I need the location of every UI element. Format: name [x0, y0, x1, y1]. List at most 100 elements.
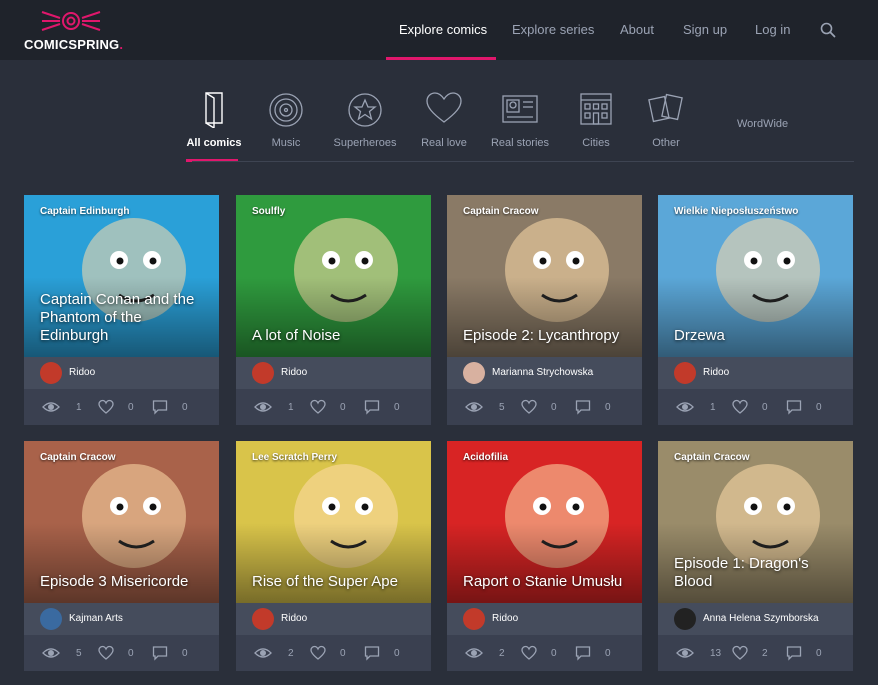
author-name[interactable]: Ridoo [281, 367, 307, 378]
comic-cover[interactable]: Captain Cracow Episode 2: Lycanthropy [447, 195, 642, 357]
comic-title[interactable]: Rise of the Super Ape [252, 573, 422, 591]
author-name[interactable]: Ridoo [492, 613, 518, 624]
series-name[interactable]: Captain Cracow [40, 452, 116, 463]
comment-icon[interactable] [364, 399, 380, 415]
like-heart-icon[interactable] [310, 399, 326, 415]
category-label: Real stories [490, 137, 550, 149]
author-name[interactable]: Ridoo [69, 367, 95, 378]
top-bar: COMICSPRING. Explore comics Explore seri… [0, 0, 878, 60]
like-heart-icon[interactable] [521, 645, 537, 661]
comic-title[interactable]: Raport o Stanie Umusłu [463, 573, 633, 591]
like-heart-icon[interactable] [521, 399, 537, 415]
id-card-icon [502, 95, 538, 123]
comic-stats: 5 0 0 [447, 389, 642, 425]
comic-title[interactable]: Captain Conan and the Phantom of the Edi… [40, 291, 210, 345]
comment-icon[interactable] [575, 645, 591, 661]
region-selector[interactable]: WordWide [737, 118, 788, 130]
category-cities[interactable]: Cities [556, 88, 636, 158]
category-music[interactable]: Music [246, 88, 326, 158]
avatar[interactable] [674, 608, 696, 630]
avatar[interactable] [252, 362, 274, 384]
comic-title[interactable]: Episode 1: Dragon's Blood [674, 555, 844, 591]
comic-card[interactable]: Lee Scratch Perry Rise of the Super Ape Ri… [236, 441, 431, 671]
author-row[interactable]: Kajman Arts [24, 603, 219, 635]
comic-cover[interactable]: Captain Cracow Episode 3 Misericorde [24, 441, 219, 603]
nav-log-in[interactable]: Log in [755, 22, 790, 37]
comic-card[interactable]: Captain Cracow Episode 2: Lycanthropy Mari… [447, 195, 642, 425]
like-heart-icon[interactable] [98, 399, 114, 415]
comic-title[interactable]: Drzewa [674, 327, 844, 345]
comic-title[interactable]: Episode 3 Misericorde [40, 573, 210, 591]
author-name[interactable]: Ridoo [281, 613, 307, 624]
avatar[interactable] [40, 608, 62, 630]
comic-title[interactable]: Episode 2: Lycanthropy [463, 327, 633, 345]
series-name[interactable]: Soulfly [252, 206, 285, 217]
avatar[interactable] [463, 362, 485, 384]
author-row[interactable]: Ridoo [24, 357, 219, 389]
views-count: 5 [76, 648, 82, 659]
comic-cover[interactable]: Lee Scratch Perry Rise of the Super Ape [236, 441, 431, 603]
comic-card[interactable]: Soulfly A lot of Noise Ridoo 1 0 0 [236, 195, 431, 425]
author-name[interactable]: Marianna Strychowska [492, 367, 593, 378]
avatar[interactable] [252, 608, 274, 630]
comic-cover[interactable]: Captain Edinburgh Captain Conan and the P… [24, 195, 219, 357]
eye-icon [254, 402, 272, 412]
comic-cover[interactable]: Acidofilia Raport o Stanie Umusłu [447, 441, 642, 603]
author-row[interactable]: Anna Helena Szymborska [658, 603, 853, 635]
views-count: 1 [288, 402, 294, 413]
category-superheroes[interactable]: Superheroes [325, 88, 405, 158]
comment-icon[interactable] [364, 645, 380, 661]
comment-icon[interactable] [152, 645, 168, 661]
comic-card[interactable]: Captain Edinburgh Captain Conan and the P… [24, 195, 219, 425]
comic-card[interactable]: Captain Cracow Episode 1: Dragon's Blood A… [658, 441, 853, 671]
comments-count: 0 [605, 402, 611, 413]
comment-icon[interactable] [152, 399, 168, 415]
category-other[interactable]: Other [626, 88, 706, 158]
comic-title[interactable]: A lot of Noise [252, 327, 422, 345]
like-heart-icon[interactable] [98, 645, 114, 661]
cover-shade [236, 277, 431, 357]
comment-icon[interactable] [786, 399, 802, 415]
series-name[interactable]: Captain Cracow [463, 206, 539, 217]
series-name[interactable]: Wielkie Nieposłuszeństwo [674, 206, 798, 217]
series-name[interactable]: Captain Edinburgh [40, 206, 129, 217]
search-icon[interactable] [820, 22, 836, 38]
views-count: 1 [710, 402, 716, 413]
brand-name: COMICSPRING. [24, 37, 124, 52]
nav-sign-up[interactable]: Sign up [683, 22, 727, 37]
avatar[interactable] [40, 362, 62, 384]
comment-icon[interactable] [786, 645, 802, 661]
category-all-comics[interactable]: All comics [174, 88, 254, 158]
author-row[interactable]: Ridoo [236, 357, 431, 389]
category-real-love[interactable]: Real love [404, 88, 484, 158]
author-row[interactable]: Ridoo [447, 603, 642, 635]
nav-about[interactable]: About [620, 22, 654, 37]
comic-cover[interactable]: Captain Cracow Episode 1: Dragon's Blood [658, 441, 853, 603]
like-heart-icon[interactable] [310, 645, 326, 661]
nav-explore-comics[interactable]: Explore comics [399, 22, 487, 37]
avatar[interactable] [463, 608, 485, 630]
author-row[interactable]: Marianna Strychowska [447, 357, 642, 389]
series-name[interactable]: Captain Cracow [674, 452, 750, 463]
comic-card[interactable]: Wielkie Nieposłuszeństwo Drzewa Ridoo 1 0 0 [658, 195, 853, 425]
comic-card[interactable]: Acidofilia Raport o Stanie Umusłu Ridoo 2 0 0 [447, 441, 642, 671]
author-name[interactable]: Anna Helena Szymborska [703, 613, 819, 624]
author-row[interactable]: Ridoo [236, 603, 431, 635]
category-real-stories[interactable]: Real stories [480, 88, 560, 158]
comic-card[interactable]: Captain Cracow Episode 3 Misericorde Kajma… [24, 441, 219, 671]
comic-cover[interactable]: Soulfly A lot of Noise [236, 195, 431, 357]
nav-explore-series[interactable]: Explore series [512, 22, 594, 37]
comment-icon[interactable] [575, 399, 591, 415]
series-name[interactable]: Acidofilia [463, 452, 508, 463]
author-row[interactable]: Ridoo [658, 357, 853, 389]
author-name[interactable]: Ridoo [703, 367, 729, 378]
like-heart-icon[interactable] [732, 399, 748, 415]
comic-stats: 1 0 0 [24, 389, 219, 425]
author-name[interactable]: Kajman Arts [69, 613, 123, 624]
like-heart-icon[interactable] [732, 645, 748, 661]
avatar[interactable] [674, 362, 696, 384]
series-name[interactable]: Lee Scratch Perry [252, 452, 337, 463]
comic-cover[interactable]: Wielkie Nieposłuszeństwo Drzewa [658, 195, 853, 357]
cover-shade [658, 277, 853, 357]
logo[interactable]: COMICSPRING. [24, 8, 134, 54]
